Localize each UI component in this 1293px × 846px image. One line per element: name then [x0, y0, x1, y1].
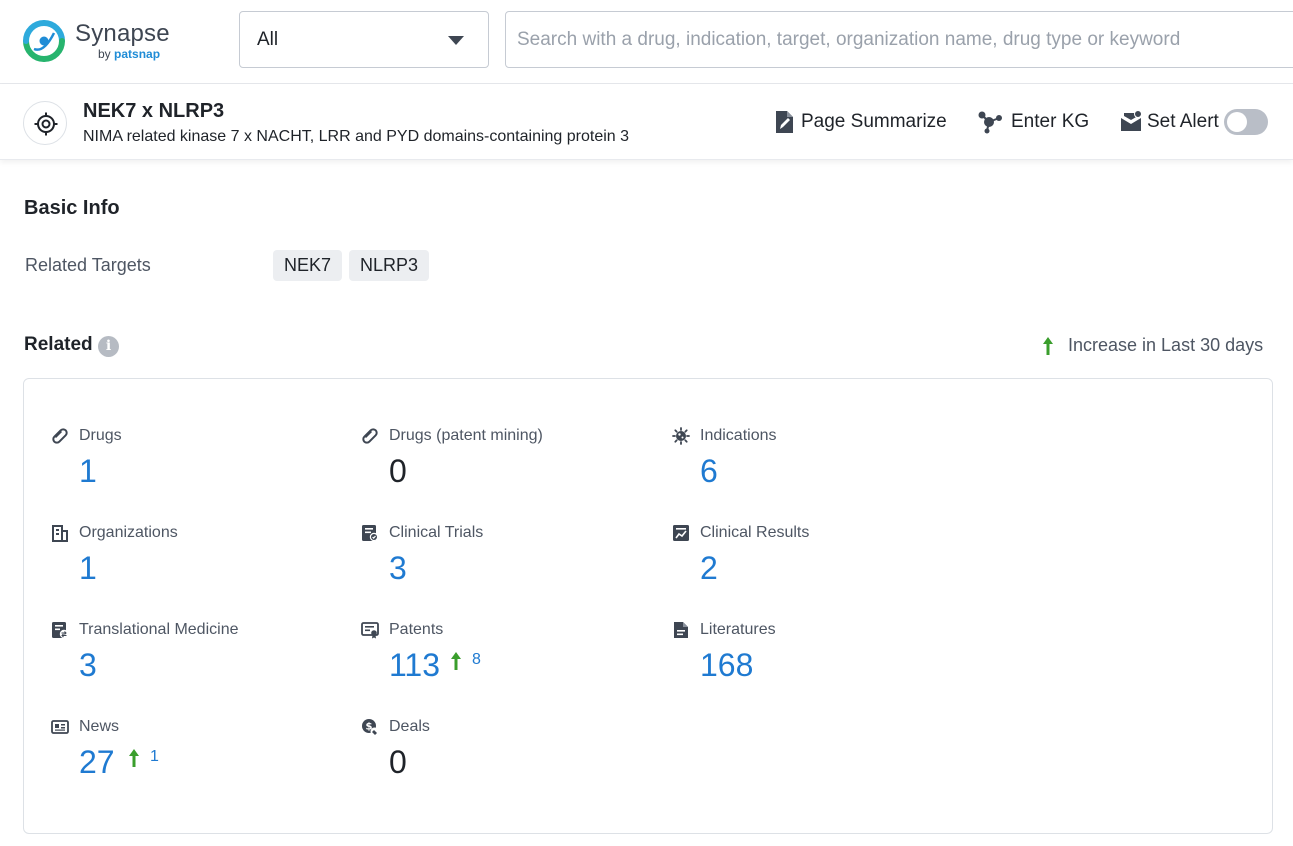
- stat-value[interactable]: 168: [700, 647, 753, 684]
- deal-icon: $: [361, 718, 379, 736]
- set-alert-label: Set Alert: [1147, 111, 1219, 133]
- stat-drugs[interactable]: Drugs 1: [51, 427, 341, 507]
- stat-label: Drugs: [79, 427, 122, 445]
- mail-alert-icon: [1120, 110, 1142, 132]
- stat-increase-value[interactable]: 1: [150, 748, 159, 766]
- stat-value[interactable]: 27: [79, 744, 115, 781]
- enter-kg-button[interactable]: Enter KG: [977, 108, 1092, 136]
- stat-label: Literatures: [700, 621, 776, 639]
- stat-clinical-results[interactable]: Clinical Results 2: [672, 524, 962, 604]
- search-input[interactable]: [517, 26, 1277, 54]
- translational-icon: [51, 621, 69, 639]
- stat-clinical-trials[interactable]: Clinical Trials 3: [361, 524, 651, 604]
- info-icon[interactable]: i: [98, 336, 119, 357]
- stat-label: Translational Medicine: [79, 621, 238, 639]
- increase-legend-text: Increase in Last 30 days: [1068, 335, 1263, 356]
- set-alert-button[interactable]: Set Alert: [1120, 108, 1220, 136]
- stat-patents[interactable]: Patents 113 8: [361, 621, 651, 701]
- synapse-logo[interactable]: Synapse by patsnap: [22, 16, 202, 66]
- stat-translational-medicine[interactable]: Translational Medicine 3: [51, 621, 341, 701]
- related-target-tag[interactable]: NLRP3: [349, 250, 429, 281]
- stat-label: Clinical Results: [700, 524, 809, 542]
- stat-organizations[interactable]: Organizations 1: [51, 524, 341, 604]
- page-summarize-label: Page Summarize: [801, 111, 947, 133]
- stat-drugs-patent-mining[interactable]: Drugs (patent mining) 0: [361, 427, 651, 507]
- stat-deals[interactable]: $ Deals 0: [361, 718, 651, 798]
- related-targets-label: Related Targets: [25, 255, 151, 276]
- set-alert-toggle[interactable]: [1224, 109, 1268, 135]
- basic-info-heading: Basic Info: [24, 197, 120, 220]
- related-target-tag[interactable]: NEK7: [273, 250, 342, 281]
- pill-icon: [361, 427, 379, 445]
- stat-increase-value[interactable]: 8: [472, 651, 481, 669]
- search-box: [505, 11, 1293, 68]
- app-name: Synapse: [75, 20, 170, 48]
- arrow-up-icon: [449, 651, 463, 671]
- related-heading: Related: [24, 334, 93, 356]
- knowledge-graph-icon: [977, 110, 1003, 134]
- stat-indications[interactable]: Indications 6: [672, 427, 962, 507]
- arrow-up-icon: [127, 748, 141, 768]
- app-byline-prefix: by: [98, 47, 111, 61]
- stat-label: Patents: [389, 621, 443, 639]
- stat-label: Deals: [389, 718, 430, 736]
- target-icon: [34, 112, 58, 136]
- stat-value[interactable]: 2: [700, 550, 718, 587]
- document-edit-icon: [774, 110, 794, 134]
- document-icon: [672, 621, 690, 639]
- toggle-knob: [1227, 112, 1247, 132]
- top-navigation-bar: Synapse by patsnap All: [0, 0, 1293, 84]
- page-subtitle: NIMA related kinase 7 x NACHT, LRR and P…: [83, 128, 629, 146]
- stat-literatures[interactable]: Literatures 168: [672, 621, 962, 701]
- page-summarize-button[interactable]: Page Summarize: [774, 108, 949, 136]
- stat-label: Clinical Trials: [389, 524, 483, 542]
- search-scope-value: All: [257, 29, 278, 51]
- building-icon: [51, 524, 69, 542]
- clinical-trial-icon: [361, 524, 379, 542]
- stat-value[interactable]: 113: [389, 647, 440, 684]
- synapse-logo-icon: [22, 19, 66, 63]
- stat-value[interactable]: 1: [79, 550, 97, 587]
- app-byline: by patsnap: [98, 47, 160, 61]
- entity-header: NEK7 x NLRP3 NIMA related kinase 7 x NAC…: [0, 84, 1293, 160]
- pill-icon: [51, 427, 69, 445]
- stat-value[interactable]: 3: [79, 647, 97, 684]
- stat-label: Indications: [700, 427, 777, 445]
- app-byline-brand: patsnap: [114, 47, 160, 61]
- arrow-up-icon: [1041, 336, 1055, 356]
- target-badge: [23, 101, 67, 145]
- stat-label: Drugs (patent mining): [389, 427, 543, 445]
- stat-value: 0: [389, 744, 407, 781]
- newspaper-icon: [51, 718, 69, 736]
- stat-news[interactable]: News 27 1: [51, 718, 341, 798]
- stat-value[interactable]: 3: [389, 550, 407, 587]
- related-stats-card: Drugs 1 Drugs (patent mining) 0 Indicati…: [23, 378, 1273, 834]
- clinical-result-icon: [672, 524, 690, 542]
- enter-kg-label: Enter KG: [1011, 111, 1089, 133]
- chevron-down-icon: [448, 36, 464, 45]
- stat-value: 0: [389, 453, 407, 490]
- stat-label: Organizations: [79, 524, 178, 542]
- stat-value[interactable]: 1: [79, 453, 97, 490]
- stat-value[interactable]: 6: [700, 453, 718, 490]
- patent-icon: [361, 621, 379, 639]
- page-title: NEK7 x NLRP3: [83, 100, 224, 123]
- virus-icon: [672, 427, 690, 445]
- search-scope-select[interactable]: All: [239, 11, 489, 68]
- stat-label: News: [79, 718, 119, 736]
